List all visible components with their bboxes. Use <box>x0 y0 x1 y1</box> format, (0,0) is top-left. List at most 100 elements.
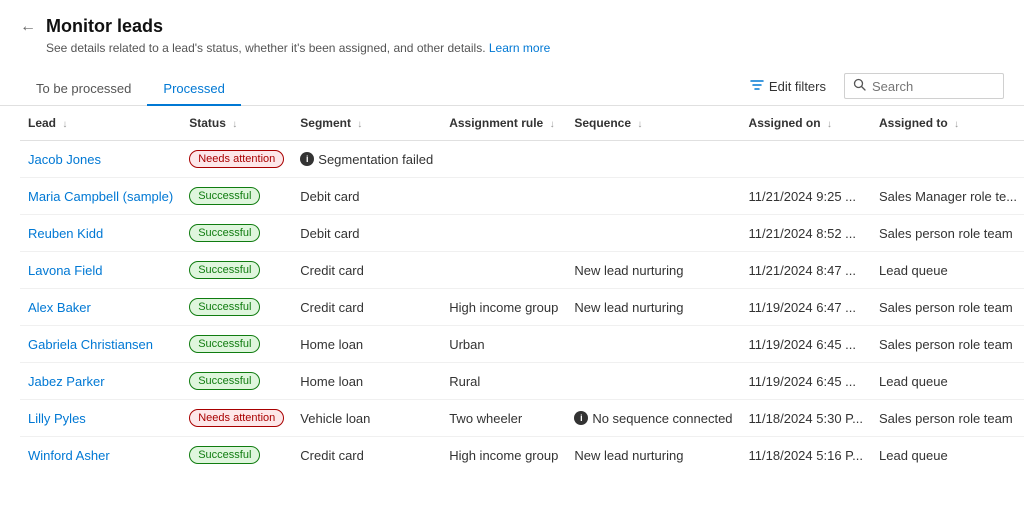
filter-icon <box>750 78 764 95</box>
sequence-cell <box>566 215 740 252</box>
sequence-cell: New lead nurturing <box>566 289 740 326</box>
sort-icon-lead: ↓ <box>62 119 67 130</box>
assigned-to-cell: Lead queue <box>871 252 1024 289</box>
lead-link[interactable]: Winford Asher <box>28 448 110 463</box>
assignment-rule-cell <box>441 141 566 178</box>
assigned-on-cell <box>741 141 871 178</box>
segment-cell: Credit card <box>292 289 441 326</box>
sort-icon-segment: ↓ <box>357 119 362 130</box>
col-segment[interactable]: Segment ↓ <box>292 106 441 141</box>
assignment-rule-cell: Two wheeler <box>441 400 566 437</box>
assignment-rule-cell: High income group <box>441 437 566 467</box>
col-assigned-on[interactable]: Assigned on ↓ <box>741 106 871 141</box>
sequence-cell <box>566 178 740 215</box>
sequence-cell <box>566 141 740 178</box>
tab-processed[interactable]: Processed <box>147 73 240 106</box>
assigned-to-cell: Sales person role team <box>871 289 1024 326</box>
assignment-rule-cell: Urban <box>441 326 566 363</box>
sort-icon-status: ↓ <box>232 119 237 130</box>
col-assigned-to[interactable]: Assigned to ↓ <box>871 106 1024 141</box>
sort-icon-assigned-on: ↓ <box>827 119 832 130</box>
assigned-to-cell: Sales person role team <box>871 326 1024 363</box>
assigned-to-cell: Lead queue <box>871 437 1024 467</box>
learn-more-link[interactable]: Learn more <box>489 41 550 55</box>
status-badge: Successful <box>189 298 260 316</box>
tabs: To be processed Processed <box>20 73 241 105</box>
status-badge: Successful <box>189 187 260 205</box>
assignment-rule-cell <box>441 252 566 289</box>
assigned-on-cell: 11/21/2024 9:25 ... <box>741 178 871 215</box>
page-subtitle: See details related to a lead's status, … <box>20 41 1004 55</box>
edit-filters-button[interactable]: Edit filters <box>742 74 834 99</box>
assignment-rule-cell <box>441 215 566 252</box>
assigned-on-cell: 11/18/2024 5:30 P... <box>741 400 871 437</box>
status-badge: Needs attention <box>189 150 284 168</box>
leads-table: Lead ↓ Status ↓ Segment ↓ Assignment rul… <box>20 106 1024 466</box>
assigned-to-cell: Lead queue <box>871 363 1024 400</box>
table-row: Gabriela Christiansen Successful Home loan… <box>20 326 1024 363</box>
status-badge: Needs attention <box>189 409 284 427</box>
lead-link[interactable]: Jacob Jones <box>28 152 101 167</box>
col-sequence[interactable]: Sequence ↓ <box>566 106 740 141</box>
assigned-on-cell: 11/21/2024 8:52 ... <box>741 215 871 252</box>
lead-link[interactable]: Jabez Parker <box>28 374 105 389</box>
table-body: Jacob Jones Needs attention i Segmentation… <box>20 141 1024 467</box>
segment-cell: Debit card <box>292 178 441 215</box>
segment-cell: Home loan <box>292 326 441 363</box>
sequence-cell: i No sequence connected <box>566 400 740 437</box>
table-row: Jacob Jones Needs attention i Segmentation… <box>20 141 1024 178</box>
assignment-rule-cell: High income group <box>441 289 566 326</box>
tabs-bar: To be processed Processed Edit filters <box>0 63 1024 106</box>
segmentation-failed-icon: i <box>300 152 314 166</box>
table-row: Lilly PylesNeeds attentionVehicle loanTw… <box>20 400 1024 437</box>
col-assignment-rule[interactable]: Assignment rule ↓ <box>441 106 566 141</box>
search-box[interactable] <box>844 73 1004 99</box>
col-status[interactable]: Status ↓ <box>181 106 292 141</box>
segment-cell: i Segmentation failed <box>292 141 441 178</box>
segment-cell: Debit card <box>292 215 441 252</box>
assigned-on-cell: 11/19/2024 6:45 ... <box>741 326 871 363</box>
tab-actions: Edit filters <box>742 73 1004 99</box>
sequence-cell <box>566 326 740 363</box>
page-title: Monitor leads <box>46 16 163 37</box>
segment-cell: Credit card <box>292 437 441 467</box>
edit-filters-label: Edit filters <box>769 79 826 94</box>
sequence-cell: New lead nurturing <box>566 252 740 289</box>
status-badge: Successful <box>189 224 260 242</box>
sequence-cell: New lead nurturing <box>566 437 740 467</box>
table-header-row: Lead ↓ Status ↓ Segment ↓ Assignment rul… <box>20 106 1024 141</box>
lead-link[interactable]: Alex Baker <box>28 300 91 315</box>
segment-cell: Credit card <box>292 252 441 289</box>
tab-to-be-processed[interactable]: To be processed <box>20 73 147 106</box>
assigned-to-cell <box>871 141 1024 178</box>
table-container: Lead ↓ Status ↓ Segment ↓ Assignment rul… <box>0 106 1024 466</box>
sequence-cell <box>566 363 740 400</box>
sort-icon-assigned-to: ↓ <box>954 119 959 130</box>
status-badge: Successful <box>189 446 260 464</box>
lead-link[interactable]: Lavona Field <box>28 263 102 278</box>
no-sequence-icon: i <box>574 411 588 425</box>
lead-link[interactable]: Reuben Kidd <box>28 226 103 241</box>
table-row: Alex Baker Successful Credit cardHigh inco… <box>20 289 1024 326</box>
search-icon <box>853 78 866 94</box>
lead-link[interactable]: Gabriela Christiansen <box>28 337 153 352</box>
assigned-on-cell: 11/19/2024 6:47 ... <box>741 289 871 326</box>
table-row: Winford Asher Successful Credit cardHigh i… <box>20 437 1024 467</box>
table-row: Lavona FieldSuccessfulCredit cardNew lea… <box>20 252 1024 289</box>
lead-link[interactable]: Maria Campbell (sample) <box>28 189 173 204</box>
status-badge: Successful <box>189 372 260 390</box>
table-row: Maria Campbell (sample) Successful Debit c… <box>20 178 1024 215</box>
search-input[interactable] <box>872 79 995 94</box>
assigned-to-cell: Sales Manager role te... <box>871 178 1024 215</box>
assigned-on-cell: 11/18/2024 5:16 P... <box>741 437 871 467</box>
back-button[interactable]: ← <box>20 18 36 36</box>
lead-link[interactable]: Lilly Pyles <box>28 411 86 426</box>
assignment-rule-cell: Rural <box>441 363 566 400</box>
page-header: ← Monitor leads See details related to a… <box>0 0 1024 63</box>
sort-icon-sequence: ↓ <box>637 119 642 130</box>
assigned-to-cell: Sales person role team <box>871 400 1024 437</box>
col-lead[interactable]: Lead ↓ <box>20 106 181 141</box>
table-row: Jabez ParkerSuccessfulHome loanRural11/1… <box>20 363 1024 400</box>
status-badge: Successful <box>189 335 260 353</box>
sort-icon-assignment: ↓ <box>550 119 555 130</box>
